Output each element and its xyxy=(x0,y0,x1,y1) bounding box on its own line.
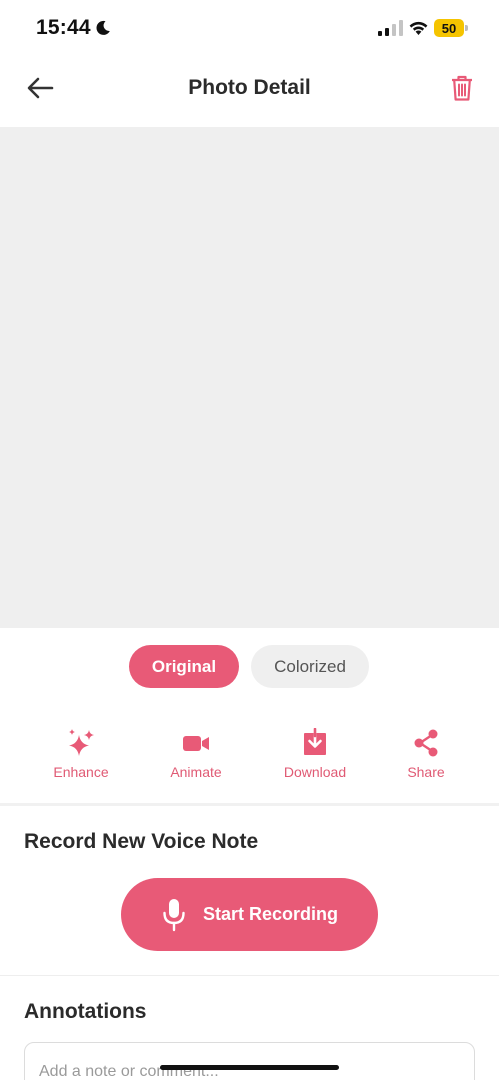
download-label: Download xyxy=(283,764,347,780)
colorized-toggle-button[interactable]: Colorized xyxy=(251,645,369,688)
animate-label: Animate xyxy=(170,764,222,780)
trash-icon xyxy=(452,75,472,101)
share-icon xyxy=(414,729,438,757)
moon-icon xyxy=(96,20,110,35)
delete-button[interactable] xyxy=(446,70,478,106)
sparkles-icon xyxy=(69,729,94,756)
version-toggle: Original Colorized xyxy=(0,645,499,689)
download-button[interactable]: Download xyxy=(265,728,365,788)
annotations-title: Annotations xyxy=(24,1000,147,1023)
header: Photo Detail xyxy=(0,56,499,126)
download-icon xyxy=(304,728,326,755)
battery-indicator: 50 xyxy=(434,19,468,37)
start-recording-label: Start Recording xyxy=(202,904,339,924)
share-label: Share xyxy=(407,764,445,780)
animate-button[interactable]: Animate xyxy=(146,728,246,788)
action-bar: Enhance Animate Download Share xyxy=(0,728,499,790)
note-input[interactable] xyxy=(24,1042,475,1080)
status-time: 15:44 xyxy=(36,16,91,39)
page-title: Photo Detail xyxy=(188,76,311,99)
microphone-icon xyxy=(163,898,185,931)
photo-detail-screen: 15:44 50 Photo Detail Original Colorized… xyxy=(0,0,499,1080)
voice-note-title: Record New Voice Note xyxy=(24,830,259,853)
wifi-icon xyxy=(409,21,428,35)
original-toggle-button[interactable]: Original xyxy=(129,645,239,688)
battery-level: 50 xyxy=(441,20,457,36)
divider xyxy=(0,975,499,976)
enhance-label: Enhance xyxy=(53,764,109,780)
enhance-button[interactable]: Enhance xyxy=(31,728,131,788)
home-indicator[interactable] xyxy=(160,1065,339,1070)
photo-viewer[interactable] xyxy=(0,127,499,628)
share-button[interactable]: Share xyxy=(376,728,476,788)
cellular-signal-icon xyxy=(378,20,403,36)
divider xyxy=(0,803,499,806)
start-recording-button[interactable]: Start Recording xyxy=(121,878,378,951)
status-bar: 15:44 50 xyxy=(0,0,499,56)
video-camera-icon xyxy=(183,736,209,751)
